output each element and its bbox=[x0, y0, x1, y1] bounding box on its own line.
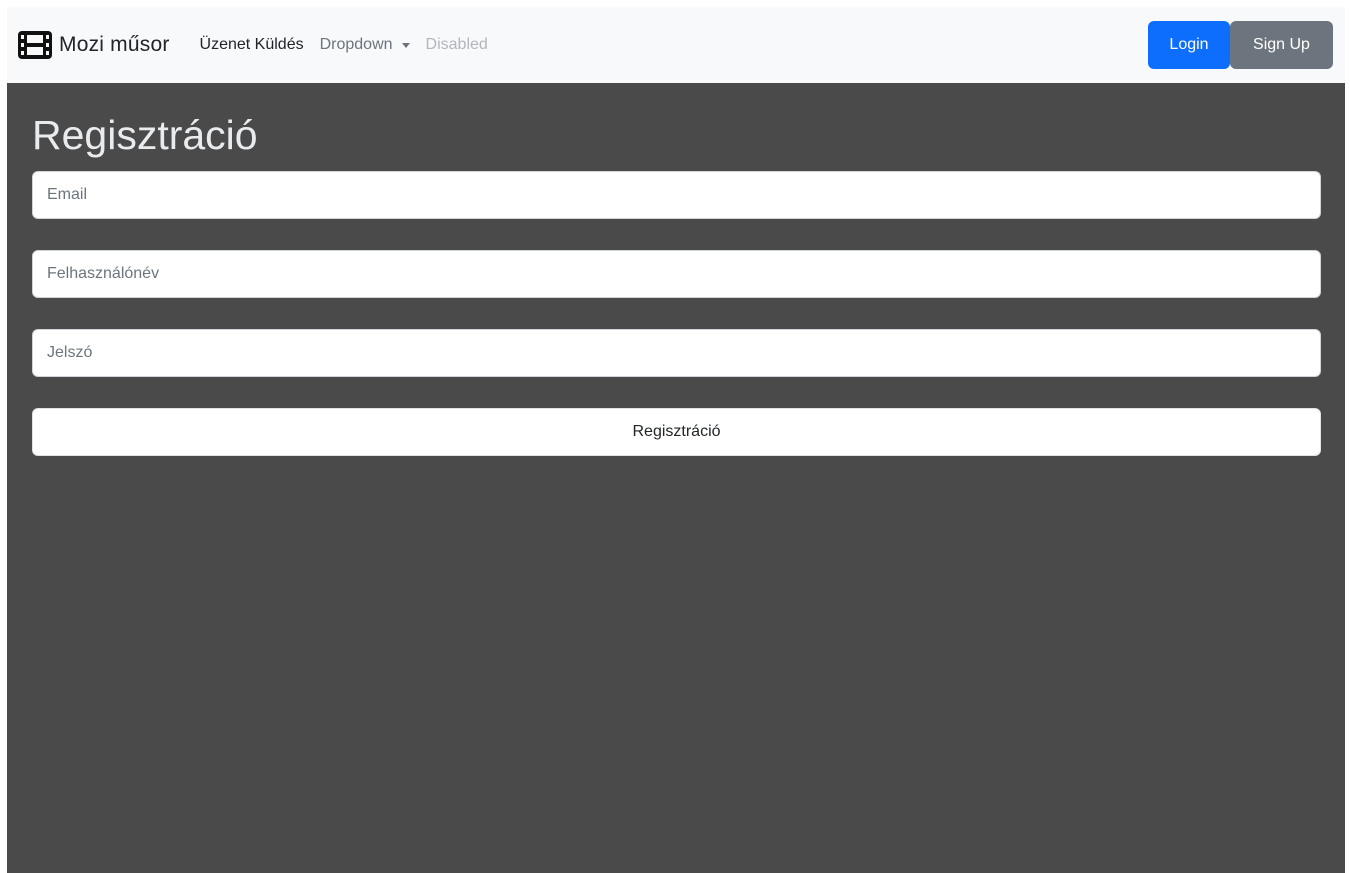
app-frame: Mozi műsor Üzenet Küldés Dropdown Disabl… bbox=[7, 7, 1345, 873]
caret-down-icon bbox=[401, 42, 410, 48]
brand-title: Mozi műsor bbox=[59, 33, 170, 56]
login-button[interactable]: Login bbox=[1148, 21, 1230, 69]
nav-link-disabled: Disabled bbox=[425, 36, 488, 53]
email-field[interactable] bbox=[32, 171, 1321, 219]
registration-form: Regisztráció Regisztráció bbox=[32, 107, 1321, 456]
navbar: Mozi műsor Üzenet Küldés Dropdown Disabl… bbox=[7, 7, 1345, 83]
film-icon bbox=[17, 30, 53, 60]
username-field[interactable] bbox=[32, 250, 1321, 298]
password-field[interactable] bbox=[32, 329, 1321, 377]
signup-button[interactable]: Sign Up bbox=[1230, 21, 1333, 69]
page-title: Regisztráció bbox=[32, 112, 258, 158]
auth-buttons: Login Sign Up bbox=[1148, 21, 1333, 69]
nav-links: Üzenet Küldés Dropdown Disabled bbox=[200, 36, 504, 54]
nav-dropdown[interactable]: Dropdown bbox=[320, 36, 410, 54]
brand-link[interactable]: Mozi műsor bbox=[17, 30, 170, 60]
nav-dropdown-label: Dropdown bbox=[319, 36, 393, 53]
register-button[interactable]: Regisztráció bbox=[32, 408, 1321, 456]
nav-link-uzenet-kuldes[interactable]: Üzenet Küldés bbox=[200, 36, 304, 54]
